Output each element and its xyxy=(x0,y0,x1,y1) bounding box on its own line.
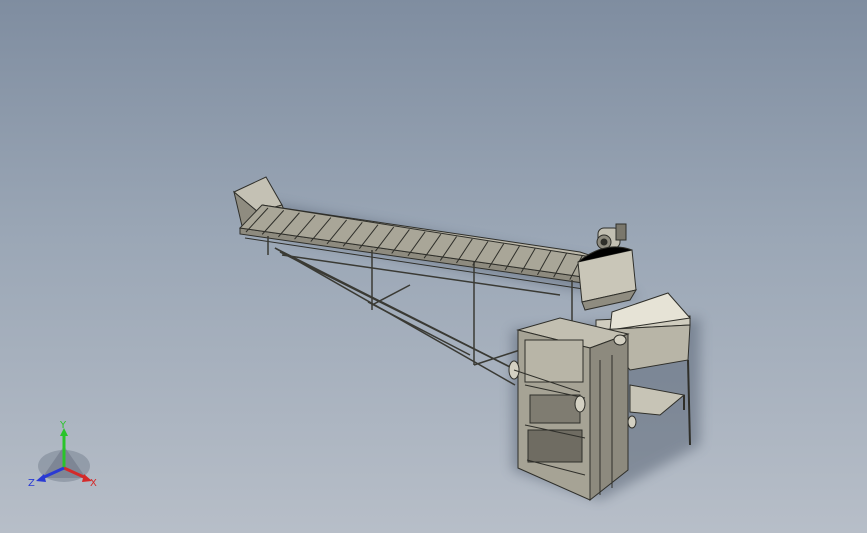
graphics-viewport[interactable]: Y X Z xyxy=(0,0,867,533)
y-axis-label: Y xyxy=(59,420,67,431)
z-axis-label: Z xyxy=(28,478,35,489)
orientation-triad: Y X Z xyxy=(28,420,97,489)
inclined-conveyor[interactable] xyxy=(238,204,599,291)
block-machine-frame[interactable] xyxy=(516,317,630,502)
x-axis-label: X xyxy=(90,478,97,489)
drive-motor[interactable] xyxy=(596,223,627,250)
conveyor-machine-model[interactable] xyxy=(0,0,867,533)
conveyor-head-housing[interactable] xyxy=(577,246,638,311)
